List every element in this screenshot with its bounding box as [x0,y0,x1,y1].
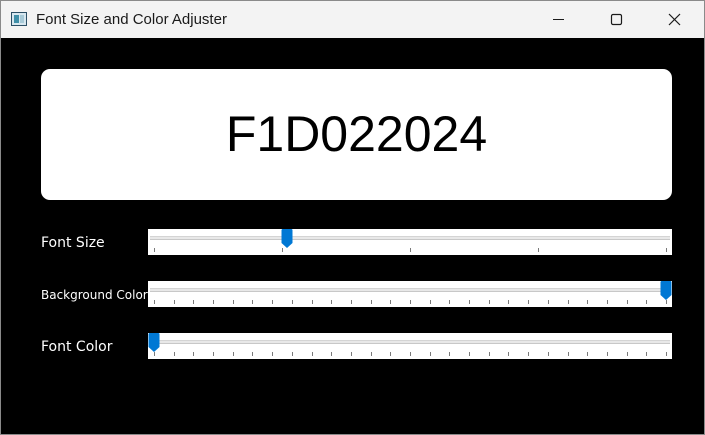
slider-tick [410,300,411,304]
font-color-label: Font Color [41,339,113,355]
slider-handle[interactable] [660,281,672,301]
font-size-slider[interactable] [148,229,672,255]
slider-tick [252,352,254,356]
maximize-button[interactable] [587,1,645,38]
slider-tick [331,352,333,356]
slider-tick [410,352,411,356]
slider-tick [626,300,628,304]
slider-tick [173,300,175,304]
slider-tick [538,248,539,252]
close-icon [668,13,681,26]
slider-tick [429,352,431,356]
minimize-button[interactable] [529,1,587,38]
slider-tick [154,300,155,304]
slider-tick [469,300,471,304]
client-area: F1D022024 Font Size Background Color Fon… [1,38,704,434]
maximize-icon [610,13,623,26]
slider-tick [429,300,431,304]
slider-tick [508,352,510,356]
slider-tick [173,352,175,356]
preview-panel: F1D022024 [41,69,672,200]
app-window-icon [11,12,27,26]
slider-tick [390,300,392,304]
slider-tick [370,300,372,304]
slider-tick [547,352,549,356]
slider-tick [350,352,352,356]
slider-tick [193,352,195,356]
slider-tick [154,248,155,252]
slider-tick [291,352,293,356]
slider-tick [567,352,569,356]
slider-tick [410,248,411,252]
slider-tick [449,352,451,356]
title-bar[interactable]: Font Size and Color Adjuster [1,1,704,38]
font-size-label: Font Size [41,235,105,251]
slider-tick [528,352,530,356]
slider-tick [666,248,667,252]
background-color-slider[interactable] [148,281,672,307]
slider-tick [587,300,589,304]
slider-tick [272,300,274,304]
slider-tick [488,300,490,304]
slider-handle[interactable] [281,229,293,249]
slider-tick [606,352,608,356]
slider-groove [150,340,670,344]
preview-text: F1D022024 [225,106,488,162]
slider-tick [390,352,392,356]
slider-tick [213,352,215,356]
app-window: Font Size and Color Adjuster F1D022024 F… [0,0,705,435]
slider-tick [311,300,313,304]
slider-tick [449,300,451,304]
slider-tick [350,300,352,304]
slider-tick [370,352,372,356]
window-title: Font Size and Color Adjuster [36,11,227,28]
slider-tick [291,300,293,304]
slider-tick [488,352,490,356]
slider-tick [547,300,549,304]
slider-tick [567,300,569,304]
slider-tick [606,300,608,304]
slider-tick [311,352,313,356]
slider-tick [666,352,667,356]
slider-tick [193,300,195,304]
slider-tick [252,300,254,304]
slider-tick [587,352,589,356]
font-color-slider[interactable] [148,333,672,359]
minimize-icon [553,19,564,20]
slider-groove [150,288,670,292]
close-button[interactable] [645,1,703,38]
slider-tick [626,352,628,356]
slider-tick [232,300,234,304]
slider-tick [213,300,215,304]
slider-groove [150,236,670,240]
slider-tick [528,300,530,304]
slider-tick [646,300,648,304]
slider-tick [469,352,471,356]
slider-tick [508,300,510,304]
slider-handle[interactable] [148,333,160,353]
slider-tick [646,352,648,356]
slider-tick [232,352,234,356]
background-color-label: Background Color [41,288,148,302]
slider-tick [272,352,274,356]
slider-tick [331,300,333,304]
